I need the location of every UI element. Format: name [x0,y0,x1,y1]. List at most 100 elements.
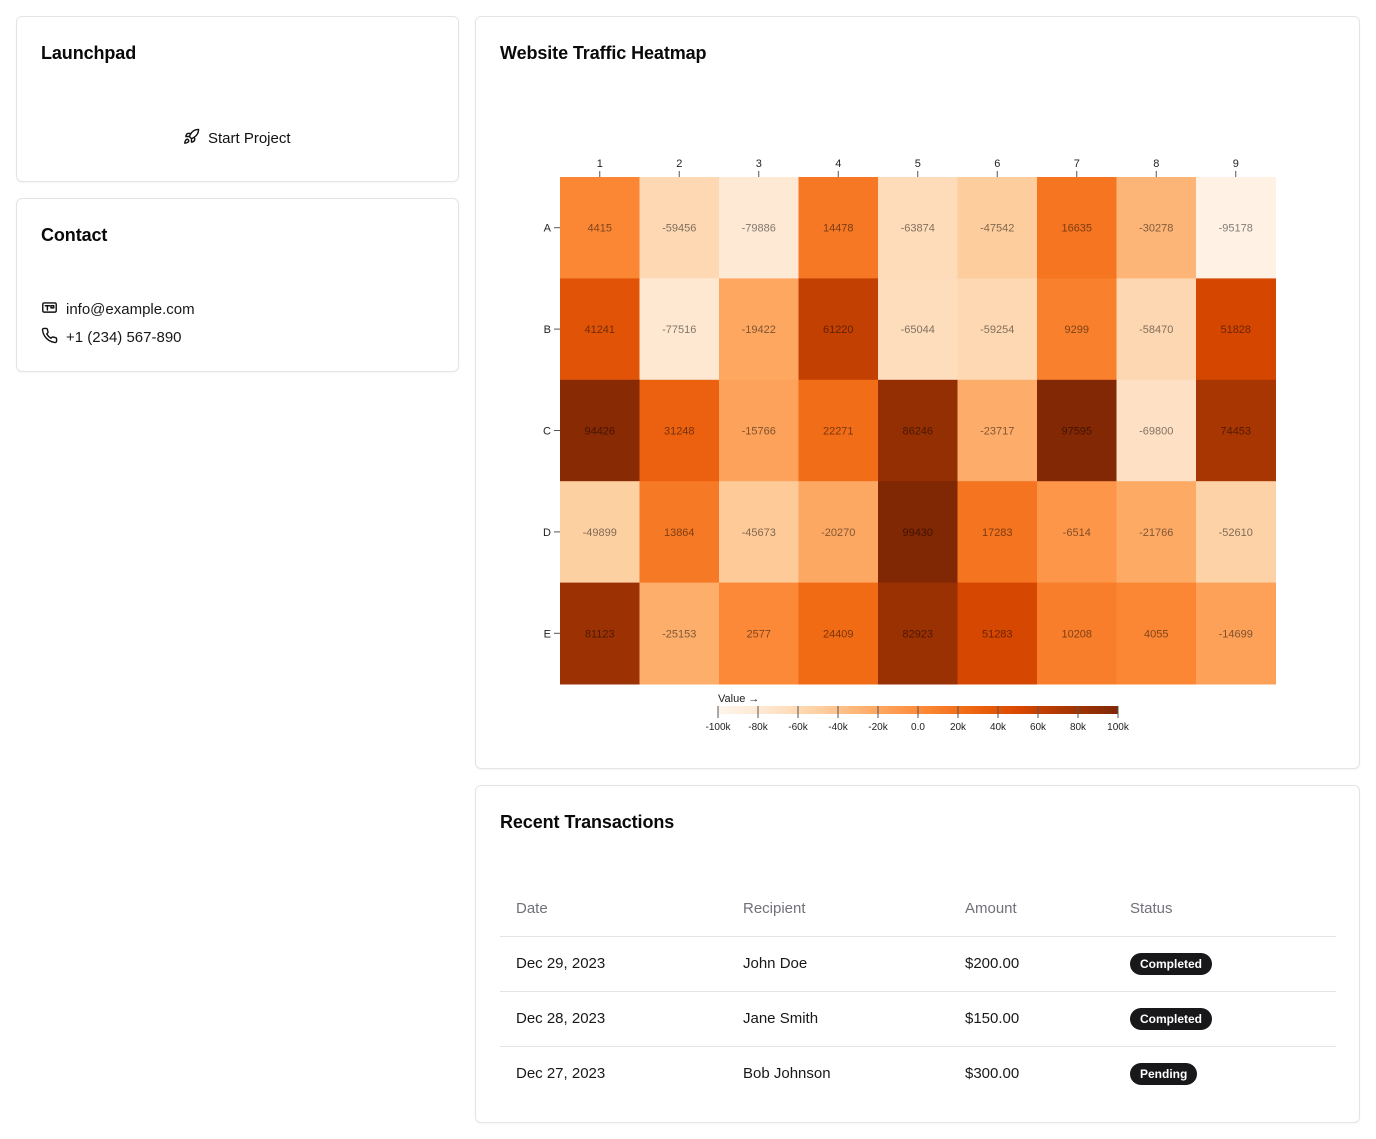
y-axis-tick-label: E [544,628,551,640]
heatmap-cell-label: 41241 [584,324,615,336]
heatmap-card: Website Traffic Heatmap 4415 -59456 -79886… [475,16,1360,769]
heatmap-cell-label: 22271 [823,426,854,438]
table-row[interactable]: Dec 27, 2023 Bob Johnson $300.00 Pending [500,1046,1336,1101]
rocket-icon [183,128,200,149]
cell-recipient: Bob Johnson [743,1065,831,1083]
heatmap-cell-label: -95178 [1219,223,1253,235]
y-axis-tick-label: D [543,527,551,539]
legend-tick-label: 0.0 [911,722,925,733]
heatmap-cell-label: -23717 [980,426,1014,438]
legend-tick-label: 40k [990,722,1007,733]
heatmap-cell-label: 99430 [902,527,933,539]
heatmap-cell-label: 4055 [1144,628,1168,640]
y-axis-tick-label: A [544,223,552,235]
table-row[interactable]: Dec 29, 2023 John Doe $200.00 Completed [500,936,1336,992]
x-axis-tick-label: 8 [1153,158,1159,170]
legend-tick-label: 20k [950,722,967,733]
heatmap-chart: 4415 -59456 -79886 14478 -63874 -47542 16635 -3… [543,158,1276,733]
cell-date: Dec 29, 2023 [500,936,727,992]
heatmap-cell-label: 74453 [1220,426,1251,438]
legend-tick-label: 80k [1070,722,1087,733]
legend-tick-label: -80k [748,722,768,733]
heatmap-cell-label: -15766 [742,426,776,438]
start-project-label: Start Project [208,129,291,147]
heatmap-cell-label: 51283 [982,628,1013,640]
heatmap-cell-label: -79886 [742,223,776,235]
heatmap-cell-label: -58470 [1139,324,1173,336]
heatmap-cell-label: 4415 [588,223,612,235]
x-axis-tick-label: 9 [1233,158,1239,170]
x-axis-tick-label: 7 [1074,158,1080,170]
launchpad-card: Launchpad Start Project [16,16,459,182]
cell-status: Completed [1114,991,1336,1047]
x-axis-tick-label: 2 [676,158,682,170]
heatmap-cell-label: -59456 [662,223,696,235]
phone-icon [41,327,58,348]
heatmap-cell-label: 82923 [902,628,933,640]
heatmap-cell-label: -69800 [1139,426,1173,438]
y-axis-tick-label: C [543,426,551,438]
heatmap-cell-label: -77516 [662,324,696,336]
heatmap-cell-label: -63874 [901,223,935,235]
legend-tick-label: -20k [868,722,888,733]
cell-amount: $200.00 [949,936,1114,992]
cell-recipient: John Doe [727,936,949,992]
status-badge: Pending [1130,1062,1198,1085]
heatmap-cell-label: -47542 [980,223,1014,235]
legend-label: Value → [718,693,759,705]
legend-tick-label: -100k [705,722,731,733]
heatmap-cell-label: -21766 [1139,527,1173,539]
start-project-button[interactable]: Start Project [177,125,297,151]
heatmap-cell-label: -20270 [821,527,855,539]
cell-amount: $150.00 [949,991,1114,1047]
heatmap-cell-label: -49899 [583,527,617,539]
x-axis-tick-label: 3 [756,158,762,170]
heatmap-cell-label: -52610 [1219,527,1253,539]
heatmap-cell-label: -65044 [901,324,935,336]
cell-amount: $300.00 [965,1065,1020,1083]
column-header-recipient: Recipient [727,882,949,937]
contact-email-row[interactable]: info@example.com [41,299,195,320]
heatmap-cell-label: 2577 [747,628,771,640]
transactions-title: Recent Transactions [500,812,675,832]
heatmap-cell-label: 61220 [823,324,854,336]
status-badge: Completed [1130,1007,1213,1030]
heatmap-cell-label: -19422 [742,324,776,336]
heatmap-cell-label: 17283 [982,527,1013,539]
column-header-date: Date [500,882,727,937]
contact-title: Contact [41,225,108,245]
column-header-amount: Amount [949,882,1114,937]
cell-recipient: Jane Smith [727,991,949,1047]
status-badge: Completed [1130,952,1213,975]
launchpad-title: Launchpad [41,43,137,63]
table-row[interactable]: Dec 28, 2023 Jane Smith $150.00 Complete… [500,991,1336,1047]
heatmap-cell-label: -25153 [662,628,696,640]
heatmap-cell-label: -45673 [742,527,776,539]
heatmap-cell-label: -6514 [1063,527,1091,539]
x-axis-tick-label: 1 [597,158,603,170]
heatmap-cell-label: 31248 [664,426,695,438]
heatmap-cell-label: 51828 [1220,324,1251,336]
x-axis-tick-label: 5 [915,158,921,170]
cell-date: Dec 27, 2023 [516,1065,606,1083]
transactions-card: Recent Transactions Date Recipient Amoun… [475,785,1360,1123]
heatmap-cell-label: 86246 [902,426,933,438]
heatmap-cell-label: -14699 [1219,628,1253,640]
cell-status: Pending [1114,1046,1336,1101]
legend-tick-label: -60k [788,722,808,733]
x-axis-tick-label: 6 [994,158,1000,170]
heatmap-cell-label: 16635 [1061,223,1092,235]
y-axis-tick-label: B [544,324,551,336]
heatmap-cell-label: 14478 [823,223,854,235]
heatmap-cell-label: 81123 [585,628,615,640]
contact-phone-row[interactable]: +1 (234) 567-890 [41,327,182,348]
heatmap-cell-label: 13864 [664,527,695,539]
heatmap-cell-label: 97595 [1061,426,1092,438]
table-header-row: Date Recipient Amount Status [500,882,1336,937]
heatmap-cell-label: -59254 [980,324,1014,336]
contact-card: Contact info@example.com +1 (234) 567-89… [16,198,459,372]
heatmap-cell-label: 94426 [584,426,615,438]
heatmap-cell-label: 10208 [1061,628,1092,640]
cell-date: Dec 28, 2023 [500,991,727,1047]
heatmap-cell-label: -30278 [1139,223,1173,235]
